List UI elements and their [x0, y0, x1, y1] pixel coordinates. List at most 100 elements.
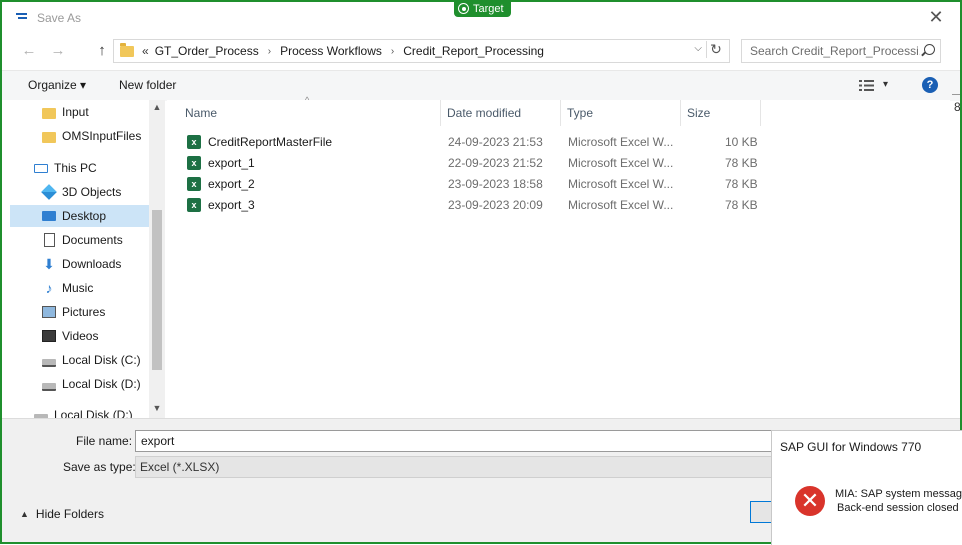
desktop-icon: [42, 211, 56, 221]
popup-title: SAP GUI for Windows 770: [780, 440, 922, 454]
popup-message: MIA: SAP system message: [835, 488, 962, 500]
column-header-size[interactable]: Size: [681, 100, 761, 126]
sidebar-item-local-disk-d[interactable]: Local Disk (D:): [42, 373, 165, 395]
sap-error-popup[interactable]: SAP GUI for Windows 770 ✕ MIA: SAP syste…: [771, 430, 962, 545]
view-details-icon[interactable]: [859, 80, 874, 91]
pictures-icon: [42, 306, 56, 318]
column-header-name[interactable]: Name: [179, 100, 441, 126]
help-icon[interactable]: ?: [922, 77, 938, 93]
sidebar-item-input[interactable]: Input: [42, 101, 165, 123]
file-size: 78 KB: [725, 156, 758, 170]
file-row[interactable]: x CreditReportMasterFile 24-09-2023 21:5…: [183, 132, 783, 153]
search-box[interactable]: [741, 39, 941, 63]
app-icon: [16, 13, 27, 19]
document-icon: [44, 233, 55, 247]
organize-button[interactable]: Organize ▾: [28, 78, 86, 92]
computer-icon: [34, 163, 48, 173]
address-bar[interactable]: « GT_Order_Process › Process Workflows ›…: [113, 39, 730, 63]
file-name: export_1: [208, 156, 255, 170]
target-label: Target: [473, 2, 504, 15]
refresh-icon[interactable]: ↻: [706, 41, 725, 58]
file-name-label: File name:: [76, 434, 133, 448]
address-row: ← → ↑ « GT_Order_Process › Process Workf…: [2, 37, 960, 67]
file-name: export_3: [208, 198, 255, 212]
disk-icon: [42, 359, 56, 367]
sidebar-item-label: Videos: [62, 329, 99, 343]
breadcrumb-credit-report-processing[interactable]: Credit_Report_Processing: [403, 44, 544, 58]
scrollbar-thumb[interactable]: [152, 210, 162, 370]
sidebar-item-label: Local Disk (D:): [62, 377, 141, 391]
column-header-date-modified[interactable]: Date modified: [441, 100, 561, 126]
sidebar-item-local-disk-d-network[interactable]: Local Disk (D:): [34, 404, 165, 418]
up-arrow-icon[interactable]: ↑: [92, 41, 112, 61]
sidebar-item-omsinputfiles[interactable]: OMSInputFiles: [42, 125, 165, 147]
sidebar-item-3d-objects[interactable]: 3D Objects: [41, 181, 165, 203]
sidebar-item-videos[interactable]: Videos: [42, 325, 165, 347]
folder-icon: [42, 131, 56, 143]
file-list: ^ Name Date modified Type Size x CreditR…: [167, 95, 950, 418]
excel-file-icon: x: [187, 135, 204, 150]
file-size: 78 KB: [725, 177, 758, 191]
sidebar-item-pictures[interactable]: Pictures: [42, 301, 165, 323]
column-header-label: Name: [185, 106, 218, 120]
sidebar-item-local-disk-c[interactable]: Local Disk (C:): [42, 349, 165, 371]
folder-icon: [42, 107, 56, 119]
file-type: Microsoft Excel W...: [568, 177, 674, 191]
music-icon: ♪: [45, 280, 53, 296]
sidebar-item-label: Input: [62, 105, 89, 119]
sidebar-scrollbar[interactable]: ▲ ▼: [149, 100, 165, 418]
file-date: 22-09-2023 21:52: [448, 156, 543, 170]
folder-icon: [120, 42, 134, 57]
sidebar-item-this-pc[interactable]: This PC: [34, 157, 165, 179]
sidebar-item-label: Music: [62, 281, 94, 295]
excel-file-icon: x: [187, 177, 204, 192]
sidebar-item-label: This PC: [54, 161, 97, 175]
hide-folders-button[interactable]: ▲ Hide Folders: [20, 507, 104, 521]
popup-message: Back-end session closed: [837, 502, 959, 514]
chevron-down-icon[interactable]: ⌵: [694, 43, 702, 54]
file-name: export_2: [208, 177, 255, 191]
toolbar: Organize ▾ New folder ▾ ?: [2, 70, 960, 101]
sidebar-item-desktop[interactable]: Desktop: [10, 205, 149, 227]
file-date: 23-09-2023 18:58: [448, 177, 543, 191]
breadcrumb-process-workflows[interactable]: Process Workflows: [280, 44, 382, 58]
excel-file-icon: x: [187, 156, 204, 171]
chevron-right-icon[interactable]: ›: [391, 46, 394, 57]
sidebar-item-label: Documents: [62, 233, 123, 247]
file-name: CreditReportMasterFile: [208, 135, 333, 149]
file-size: 78 KB: [725, 198, 758, 212]
target-icon: [458, 3, 469, 14]
file-date: 23-09-2023 20:09: [448, 198, 543, 212]
sidebar-item-label: Downloads: [62, 257, 122, 271]
breadcrumb-gt-order-process[interactable]: GT_Order_Process: [155, 44, 259, 58]
sidebar-item-downloads[interactable]: ⬇ Downloads: [42, 253, 165, 275]
scroll-up-icon[interactable]: ▲: [151, 102, 163, 112]
view-dropdown-icon[interactable]: ▾: [883, 79, 888, 90]
search-input[interactable]: [748, 43, 922, 59]
file-row[interactable]: x export_1 22-09-2023 21:52 Microsoft Ex…: [183, 153, 783, 174]
cube-icon: [41, 184, 57, 200]
hide-folders-label: Hide Folders: [35, 507, 104, 521]
sidebar-item-music[interactable]: ♪ Music: [42, 277, 165, 299]
new-folder-button[interactable]: New folder: [119, 78, 176, 92]
column-header-label: Date modified: [447, 106, 522, 120]
sidebar-item-documents[interactable]: Documents: [42, 229, 165, 251]
file-row[interactable]: x export_2 23-09-2023 18:58 Microsoft Ex…: [183, 174, 783, 195]
file-type: Microsoft Excel W...: [568, 198, 674, 212]
close-icon[interactable]: ✕: [927, 8, 945, 26]
sidebar-item-label: Local Disk (D:): [54, 408, 133, 418]
scroll-down-icon[interactable]: ▼: [151, 403, 163, 413]
sidebar-item-label: OMSInputFiles: [62, 129, 142, 143]
forward-arrow-icon[interactable]: →: [48, 41, 68, 61]
column-header-label: Type: [567, 106, 594, 120]
file-date: 24-09-2023 21:53: [448, 135, 543, 149]
overflow-chevron-icon[interactable]: «: [142, 44, 149, 58]
file-row[interactable]: x export_3 23-09-2023 20:09 Microsoft Ex…: [183, 195, 783, 216]
error-icon: ✕: [795, 486, 825, 516]
search-icon[interactable]: [924, 44, 935, 55]
back-arrow-icon[interactable]: ←: [19, 41, 39, 61]
target-badge: Target: [454, 0, 511, 17]
sidebar-item-label: Desktop: [62, 209, 107, 223]
chevron-right-icon[interactable]: ›: [268, 46, 271, 57]
column-header-type[interactable]: Type: [561, 100, 681, 126]
